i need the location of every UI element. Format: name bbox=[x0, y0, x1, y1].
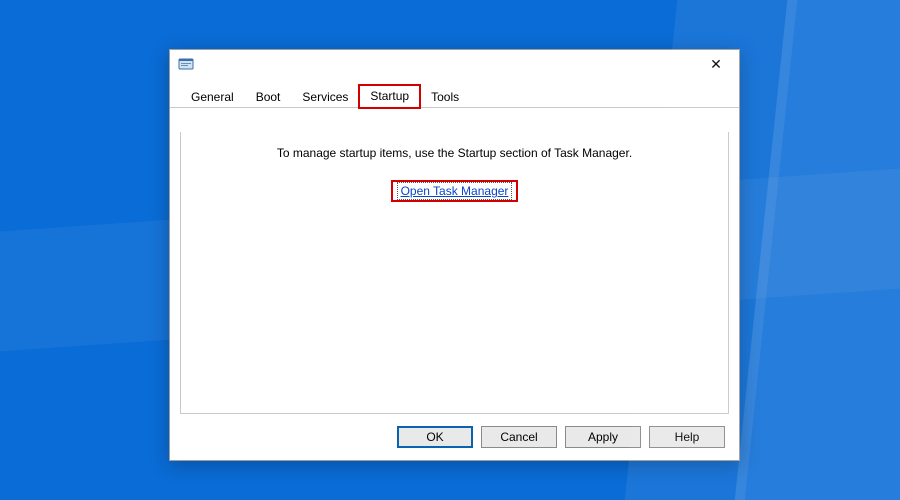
dialog-button-row: OK Cancel Apply Help bbox=[397, 426, 725, 448]
help-button[interactable]: Help bbox=[649, 426, 725, 448]
titlebar: ✕ bbox=[170, 50, 739, 78]
startup-message: To manage startup items, use the Startup… bbox=[181, 146, 728, 160]
link-highlight-box: Open Task Manager bbox=[393, 182, 517, 200]
desktop-background: ✕ General Boot Services Startup Tools To… bbox=[0, 0, 900, 500]
tab-startup[interactable]: Startup bbox=[359, 85, 420, 108]
tab-tools[interactable]: Tools bbox=[420, 86, 470, 108]
close-icon: ✕ bbox=[710, 57, 722, 71]
title-left bbox=[178, 56, 200, 72]
msconfig-icon bbox=[178, 56, 194, 72]
startup-tab-page: To manage startup items, use the Startup… bbox=[180, 132, 729, 414]
tab-strip: General Boot Services Startup Tools bbox=[170, 84, 739, 108]
link-container: Open Task Manager bbox=[181, 182, 728, 200]
msconfig-window: ✕ General Boot Services Startup Tools To… bbox=[169, 49, 740, 461]
open-task-manager-link[interactable]: Open Task Manager bbox=[397, 182, 513, 200]
tab-services[interactable]: Services bbox=[291, 86, 359, 108]
apply-button[interactable]: Apply bbox=[565, 426, 641, 448]
tab-general[interactable]: General bbox=[180, 86, 245, 108]
cancel-button[interactable]: Cancel bbox=[481, 426, 557, 448]
ok-button[interactable]: OK bbox=[397, 426, 473, 448]
close-button[interactable]: ✕ bbox=[699, 52, 733, 76]
tab-boot[interactable]: Boot bbox=[245, 86, 292, 108]
